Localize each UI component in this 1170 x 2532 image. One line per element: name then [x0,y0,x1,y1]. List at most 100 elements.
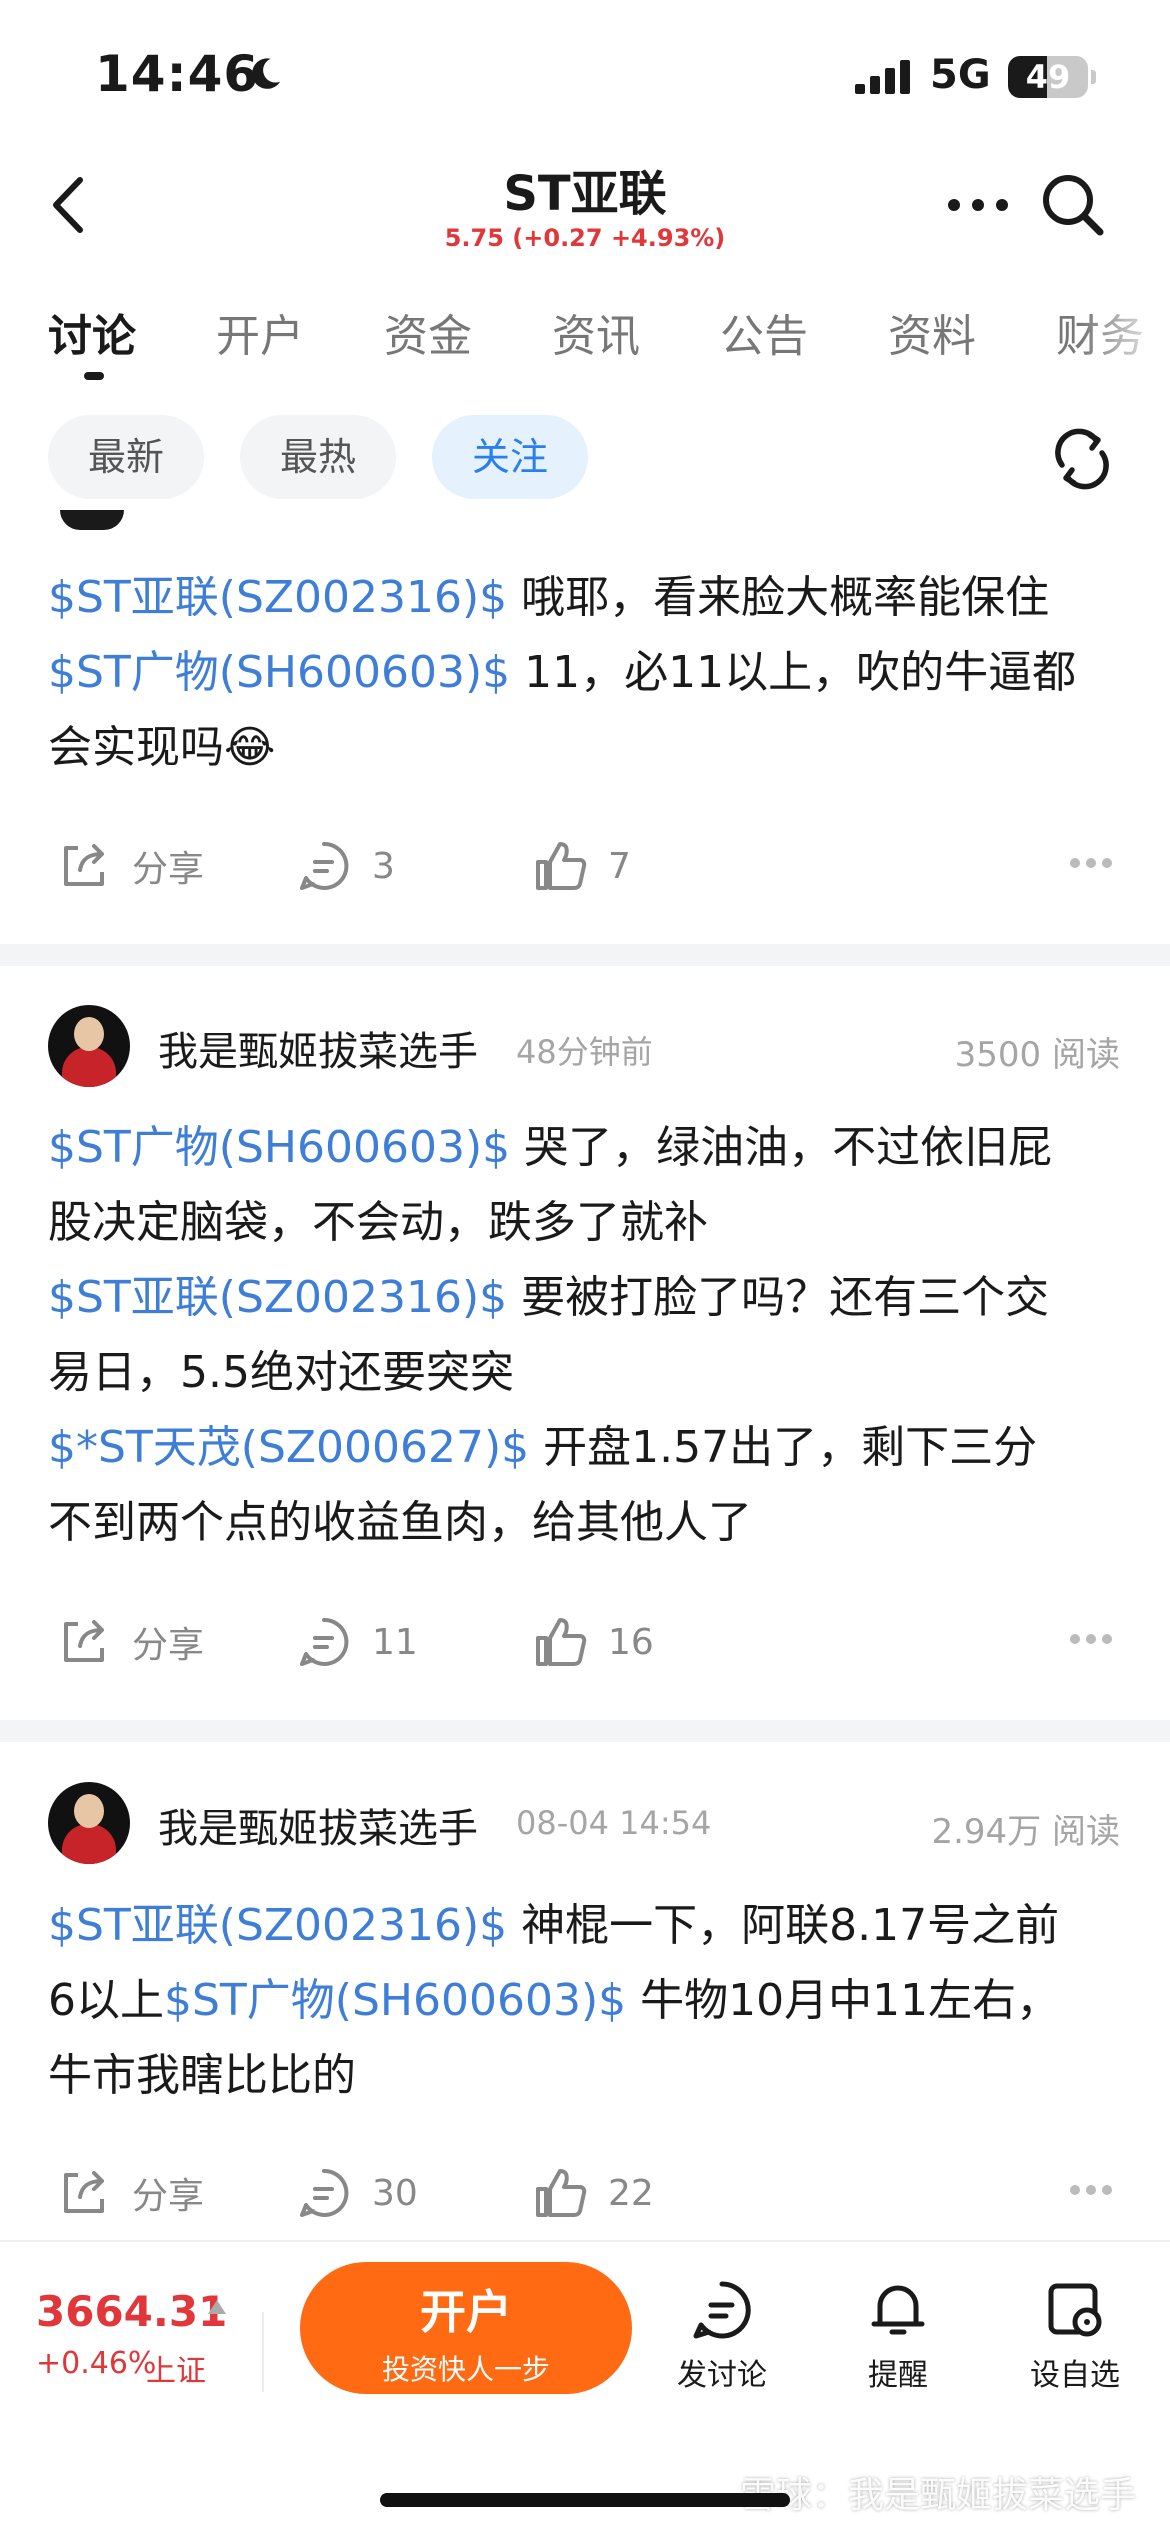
comment-icon [300,1617,349,1666]
read-count: 3500 阅读 [954,1035,1120,1075]
tab-funds[interactable]: 资金 [384,300,472,364]
add-watchlist-button[interactable]: 设自选 [1010,2278,1140,2394]
share-label: 分享 [132,2176,205,2217]
like-count: 7 [608,845,631,887]
tab-fade [1080,300,1170,380]
filter-bar: 最新 最热 关注 [0,415,1170,505]
thumbs-up-icon [536,2169,587,2217]
share-button[interactable]: 分享 [56,1602,204,1682]
like-button[interactable]: 22 [532,2153,654,2233]
like-count: 22 [608,2172,654,2214]
more-icon[interactable] [945,190,1011,220]
battery-icon: 49 [1008,56,1096,98]
comment-count: 3 [372,845,395,887]
post-text-line: 神棍一下，阿联8.17号之前 [507,1900,1060,1951]
search-icon[interactable] [1038,170,1108,240]
moon-icon [252,58,281,89]
price-change: 5.75 (+0.27 +4.93%) [444,224,726,252]
post-text-line: 股决定脑袋，不会动，跌多了就补 [48,1197,708,1248]
comment-icon [300,841,349,890]
open-account-sublabel: 投资快人一步 [381,2353,550,2386]
stock-tag-link[interactable]: $ST亚联(SZ002316)$ [48,1272,507,1323]
stock-tag-link[interactable]: $ST广物(SH600603)$ [164,1975,626,2026]
author-name[interactable]: 我是甄姬拔菜选手 [158,1019,478,1077]
signal-icon [855,60,910,94]
tab-discussion[interactable]: 讨论 [48,300,136,364]
read-count: 2.94万 阅读 [931,1812,1120,1852]
filter-following[interactable]: 关注 [432,415,588,499]
divider [262,2312,264,2392]
triangle-up-icon [208,2300,226,2314]
stock-tag-link[interactable]: $*ST天茂(SZ000627)$ [48,1422,529,1473]
index-value: 3664.31 [36,2287,228,2336]
post-time: 48分钟前 [516,1033,653,1071]
more-icon[interactable] [1068,2183,1114,2197]
filter-latest[interactable]: 最新 [48,415,204,499]
nav-label: 设自选 [1030,2358,1120,2393]
like-button[interactable]: 7 [532,826,631,906]
tab-profile[interactable]: 资料 [888,300,976,364]
post-text-line: 会实现吗😂 [48,722,276,773]
avatar[interactable] [60,510,124,530]
post-content: $ST亚联(SZ002316)$ 哦耶，看来脸大概率能保住 $ST广物(SH60… [48,560,1128,785]
network-label: 5G [930,52,991,98]
post-text-line: 6以上 [48,1975,164,2026]
post-time: 08-04 14:54 [516,1804,712,1842]
post-header: 我是甄姬拔菜选手 08-04 14:54 2.94万 阅读 [0,1782,1170,1864]
battery-percent: 49 [1025,58,1071,96]
like-count: 16 [608,1621,654,1663]
status-time: 14:46 [95,45,260,103]
post-actions: 分享 30 22 [0,2153,1170,2233]
more-icon[interactable] [1068,1632,1114,1646]
author-name[interactable]: 我是甄姬拔菜选手 [158,1796,478,1854]
feed-divider [0,1720,1170,1742]
avatar[interactable] [48,1005,130,1087]
comment-count: 30 [372,2172,418,2214]
post-text-line: 哦耶，看来脸大概率能保住 [507,572,1050,623]
comment-button[interactable]: 3 [296,826,395,906]
watermark: 雪球：我是甄姬拔菜选手 [739,2475,1136,2516]
post-text-line: 11，必11以上，吹的牛逼都 [510,647,1077,698]
header: ST亚联 5.75 (+0.27 +4.93%) [0,150,1170,270]
share-icon [64,844,104,886]
stock-tag-link[interactable]: $ST亚联(SZ002316)$ [48,1900,507,1951]
open-account-button[interactable]: 开户 投资快人一步 [300,2262,632,2394]
feed-divider [0,944,1170,966]
filter-hot[interactable]: 最热 [240,415,396,499]
like-button[interactable]: 16 [532,1602,654,1682]
stock-tag-link[interactable]: $ST广物(SH600603)$ [48,647,510,698]
stock-tag-link[interactable]: $ST广物(SH600603)$ [48,1122,510,1173]
post-content: $ST亚联(SZ002316)$ 神棍一下，阿联8.17号之前 6以上$ST广物… [48,1888,1128,2113]
home-indicator [380,2493,790,2507]
comment-icon [300,2168,349,2217]
reminder-button[interactable]: 提醒 [833,2278,963,2394]
open-account-label: 开户 [420,2285,512,2339]
tab-news[interactable]: 资讯 [552,300,640,364]
stock-tag-link[interactable]: $ST亚联(SZ002316)$ [48,572,507,623]
tab-announcements[interactable]: 公告 [720,300,808,364]
post-text-line: 牛物10月中11左右， [626,1975,1061,2026]
share-button[interactable]: 分享 [56,2153,204,2233]
post-text-line: 易日，5.5绝对还要突突 [48,1347,514,1398]
post-actions: 分享 11 16 [0,1602,1170,1682]
share-icon [64,1620,104,1662]
comment-button[interactable]: 11 [296,1602,418,1682]
share-button[interactable]: 分享 [56,826,204,906]
tab-open-account[interactable]: 开户 [216,300,304,364]
nav-label: 发讨论 [677,2358,767,2393]
comment-button[interactable]: 30 [296,2153,418,2233]
thumbs-up-icon [536,842,587,890]
status-bar: 14:46 5G 49 [0,0,1170,150]
index-name: 上证 [146,2354,206,2389]
refresh-icon[interactable] [1050,427,1114,491]
tab-active-indicator [84,372,104,380]
bell-icon [871,2285,925,2335]
more-icon[interactable] [1068,856,1114,870]
post-actions: 分享 3 7 [0,826,1170,906]
share-icon [64,2171,104,2213]
avatar[interactable] [48,1782,130,1864]
post-discussion-button[interactable]: 发讨论 [657,2278,787,2394]
share-label: 分享 [132,849,205,890]
comment-count: 11 [372,1621,418,1663]
nav-label: 提醒 [868,2358,928,2393]
